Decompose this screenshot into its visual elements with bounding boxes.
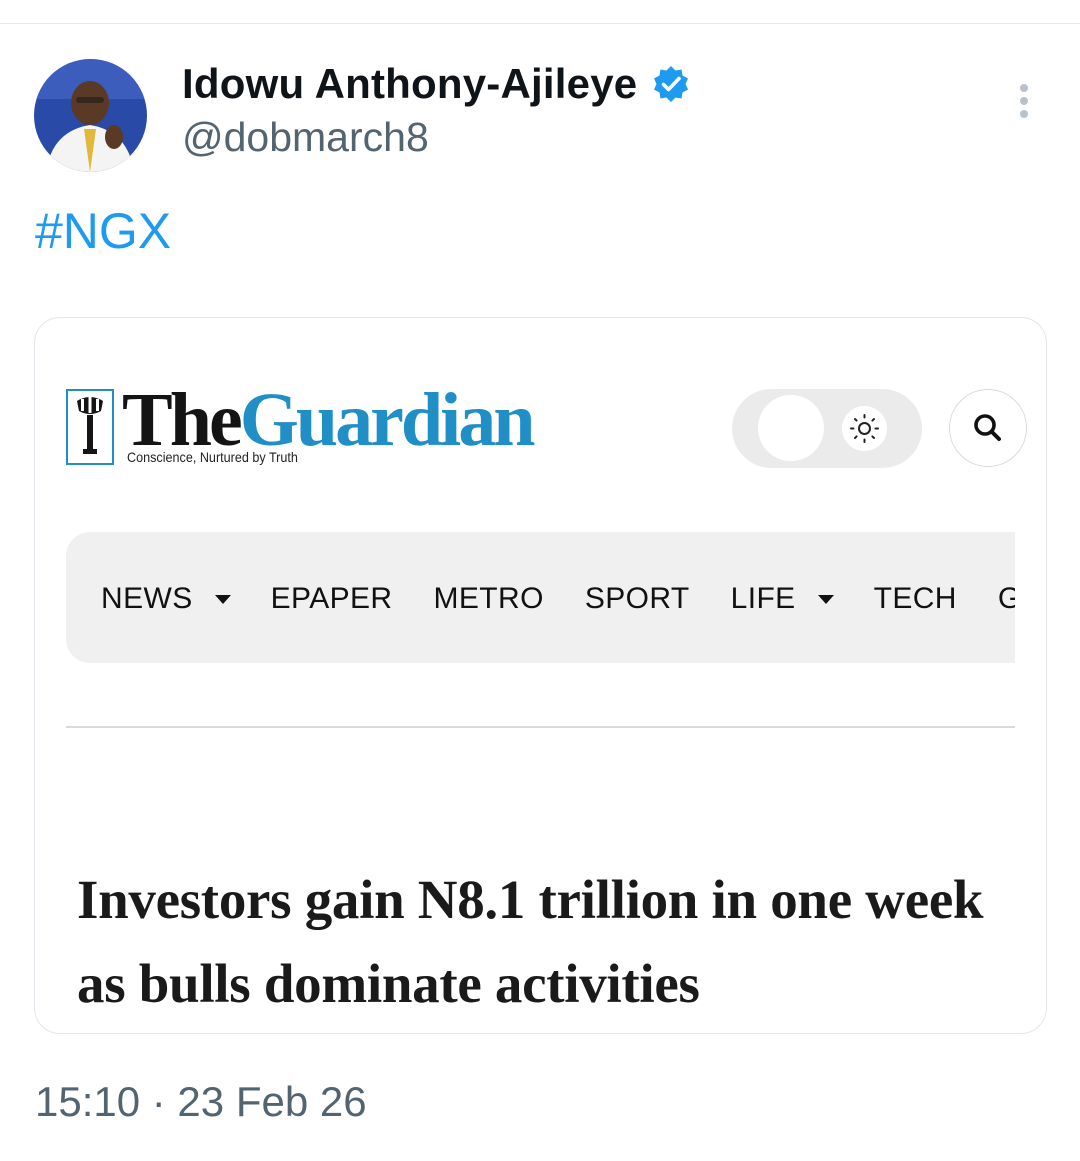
search-button[interactable]: [949, 389, 1027, 467]
guardian-logo: TheGuardian Conscience, Nurtured by Trut…: [66, 378, 576, 475]
nav-item-label: LIFE: [730, 582, 796, 615]
tweet-timestamp[interactable]: 15:10 · 23 Feb 26: [35, 1078, 367, 1126]
sun-icon: [842, 406, 887, 451]
avatar[interactable]: [34, 59, 147, 172]
nav-item-label: NEWS: [101, 582, 193, 615]
article-headline[interactable]: Investors gain N8.1 trillion in one week…: [77, 858, 997, 1026]
nav-item-tech[interactable]: TECH: [874, 582, 957, 616]
more-options-icon[interactable]: [1010, 84, 1038, 124]
tweet-author: Idowu Anthony-Ajileye @dobmarch8: [182, 58, 691, 161]
nav-item-label: GTV: [998, 582, 1015, 616]
nav-item-label: SPORT: [584, 582, 690, 615]
top-divider: [0, 23, 1080, 24]
logo-tagline: Conscience, Nurtured by Truth: [127, 449, 298, 465]
nav-item-life[interactable]: LIFE: [731, 582, 834, 616]
user-handle[interactable]: @dobmarch8: [182, 114, 691, 161]
verified-badge-icon: [654, 66, 689, 102]
hashtag-link[interactable]: #NGX: [35, 202, 171, 260]
guardian-emblem-icon: [66, 389, 114, 465]
nav-item-news[interactable]: NEWS: [101, 582, 231, 616]
nav-item-label: EPAPER: [270, 582, 393, 615]
toggle-knob: [758, 395, 824, 461]
nav-item-label: METRO: [433, 582, 544, 615]
display-name[interactable]: Idowu Anthony-Ajileye: [182, 60, 637, 108]
guardian-nav-bar: NEWS EPAPER METRO SPORT LIFE TECH GTV: [66, 532, 1015, 663]
nav-item-gtv[interactable]: GTV: [998, 582, 1015, 616]
nav-item-epaper[interactable]: EPAPER: [271, 582, 393, 616]
link-preview-card[interactable]: TheGuardian Conscience, Nurtured by Trut…: [34, 317, 1047, 1034]
nav-item-sport[interactable]: SPORT: [585, 582, 690, 616]
theme-toggle[interactable]: [732, 389, 922, 468]
nav-item-label: TECH: [873, 582, 957, 615]
chevron-down-icon: [214, 594, 231, 604]
nav-item-metro[interactable]: METRO: [434, 582, 544, 616]
search-icon: [974, 414, 1001, 441]
chevron-down-icon: [817, 594, 834, 604]
card-divider: [66, 726, 1015, 728]
